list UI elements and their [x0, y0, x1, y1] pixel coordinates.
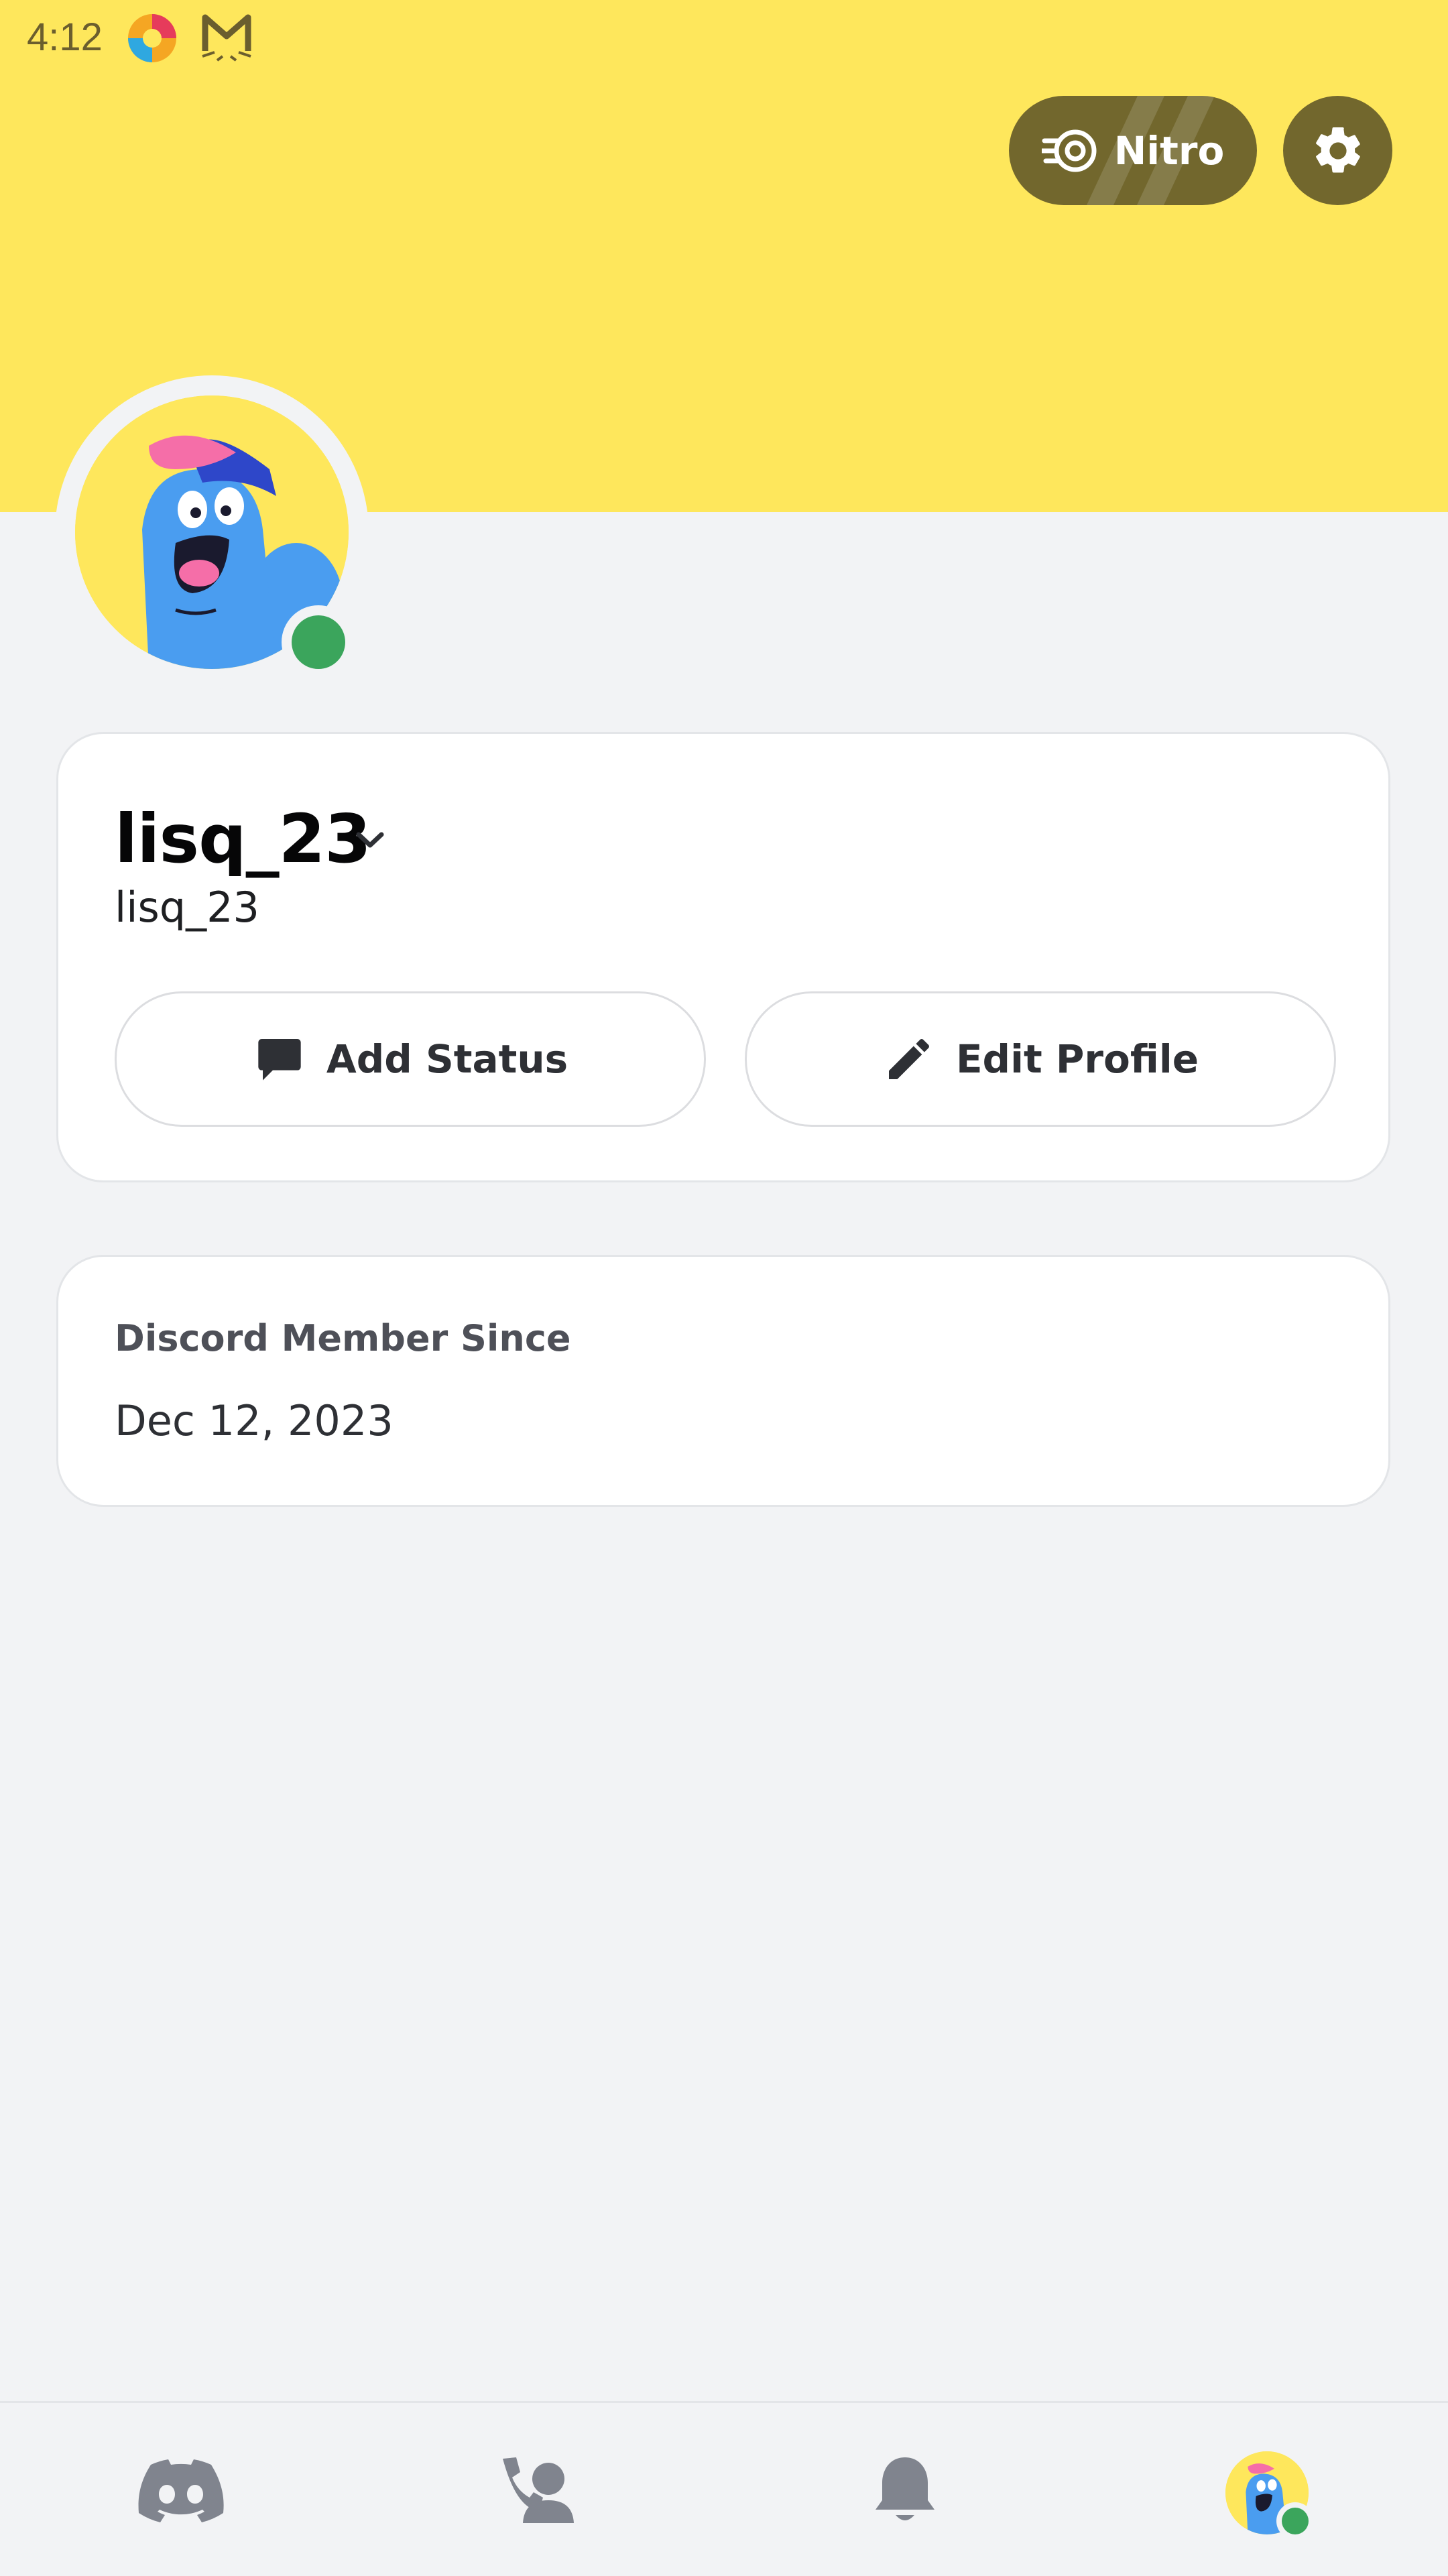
nav-online-indicator	[1276, 2502, 1314, 2540]
chat-bubble-icon	[258, 1039, 301, 1081]
status-bar-time: 4:12	[27, 15, 103, 59]
mail-cat-icon	[200, 11, 253, 68]
nitro-label: Nitro	[1113, 127, 1225, 174]
profile-card: lisq_23 lisq_23 Add Status Edit Profile	[56, 732, 1390, 1182]
member-since-date: Dec 12, 2023	[115, 1396, 394, 1445]
online-status-indicator	[282, 605, 355, 679]
nitro-icon	[1041, 129, 1097, 172]
add-status-button[interactable]: Add Status	[115, 991, 706, 1127]
nav-friends[interactable]	[483, 2450, 590, 2530]
notifications-icon	[876, 2457, 934, 2520]
bottom-navigation	[0, 2401, 1448, 2576]
nav-notifications[interactable]	[851, 2450, 959, 2530]
home-icon	[138, 2459, 224, 2522]
display-name: lisq_23	[115, 800, 371, 878]
chevron-down-icon[interactable]	[353, 828, 387, 853]
settings-button[interactable]	[1283, 96, 1392, 205]
username: lisq_23	[115, 883, 260, 932]
browser-app-icon	[125, 11, 180, 68]
gear-icon	[1315, 127, 1360, 172]
edit-profile-label: Edit Profile	[955, 1036, 1199, 1082]
member-since-label: Discord Member Since	[115, 1317, 571, 1359]
member-since-card: Discord Member Since Dec 12, 2023	[56, 1255, 1390, 1507]
add-status-label: Add Status	[326, 1036, 568, 1082]
nav-home[interactable]	[127, 2450, 235, 2530]
edit-profile-button[interactable]: Edit Profile	[745, 991, 1336, 1127]
nitro-button[interactable]: Nitro	[1009, 96, 1257, 205]
pencil-icon	[888, 1038, 929, 1079]
friends-icon	[503, 2457, 574, 2523]
